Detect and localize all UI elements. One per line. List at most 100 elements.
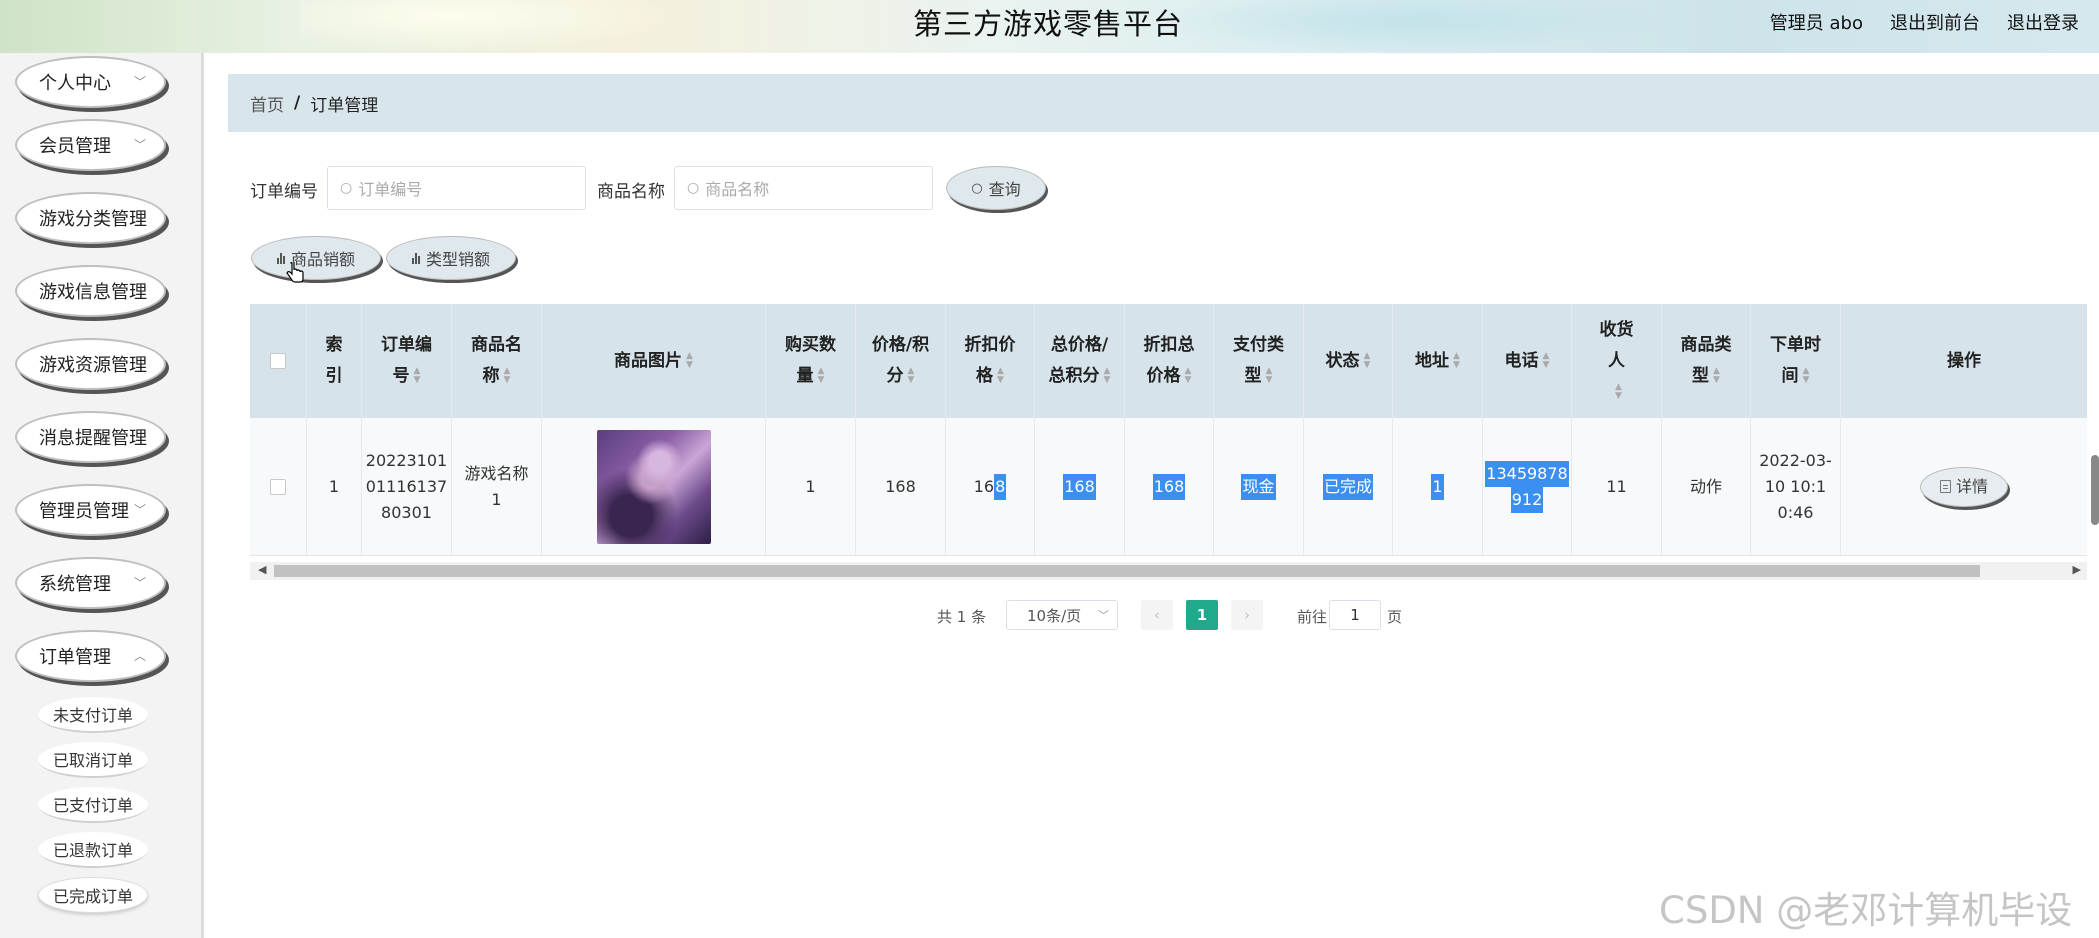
column-header-quantity[interactable]: 购买数量 ▲ ▼ xyxy=(766,304,856,418)
sort-icon[interactable]: ▲ ▼ xyxy=(1543,352,1550,370)
prev-page-button[interactable]: ‹ xyxy=(1141,600,1173,630)
query-button[interactable]: ○ 查询 xyxy=(946,166,1046,210)
sidebar-subitem-cancelled[interactable]: 已取消订单 xyxy=(38,742,148,778)
sort-icon[interactable]: ▲ ▼ xyxy=(1364,352,1371,370)
pagination-total: 共 1 条 xyxy=(937,607,987,626)
column-header-label: 电话 xyxy=(1504,350,1539,371)
sidebar-item-game-info[interactable]: 游戏信息管理 xyxy=(15,265,166,317)
sidebar-item-label: 系统管理 xyxy=(39,574,111,595)
admin-label: 管理员 abo xyxy=(1769,13,1863,34)
sidebar-subitem-unpaid[interactable]: 未支付订单 xyxy=(38,697,148,733)
selected-text: 已完成 xyxy=(1322,473,1373,500)
column-header-label: 支付类型 xyxy=(1233,335,1284,386)
banner-decoration xyxy=(300,0,680,53)
select-all-checkbox[interactable] xyxy=(270,353,286,369)
breadcrumb-home[interactable]: 首页 xyxy=(250,91,284,116)
sort-icon[interactable]: ▲ ▼ xyxy=(504,367,511,385)
order-no-input[interactable]: ○ 订单编号 xyxy=(327,166,586,210)
sort-icon[interactable]: ▲ ▼ xyxy=(1104,367,1111,385)
detail-button[interactable]: 详情 xyxy=(1920,466,2008,507)
sidebar-item-label: 游戏资源管理 xyxy=(39,355,147,376)
selected-text: 1 xyxy=(1431,473,1444,500)
sidebar-item-label: 会员管理 xyxy=(39,136,111,157)
sidebar-item-label: 消息提醒管理 xyxy=(39,428,147,449)
sidebar-item-game-category[interactable]: 游戏分类管理 xyxy=(15,192,166,244)
product-image[interactable] xyxy=(596,429,711,544)
sort-icon[interactable]: ▲ ▼ xyxy=(686,352,693,370)
scroll-left-icon[interactable]: ◀ xyxy=(258,563,266,576)
product-name-placeholder: 商品名称 xyxy=(705,180,770,199)
selected-text: 168 xyxy=(1152,473,1186,500)
sidebar-item-members[interactable]: 会员管理 ﹀ xyxy=(15,119,166,171)
cell-address: 1 xyxy=(1393,418,1483,555)
product-name-input[interactable]: ○ 商品名称 xyxy=(674,166,933,210)
table-row: 1 20223101 01116137 80301 游戏名称 1 1 168 1… xyxy=(250,418,2087,556)
column-header-address[interactable]: 地址 ▲ ▼ xyxy=(1393,304,1483,418)
column-header-discount-price[interactable]: 折扣价格 ▲ ▼ xyxy=(946,304,1035,418)
column-header-receiver[interactable]: 收货人 ▲ ▼ xyxy=(1572,304,1662,418)
column-header-label: 状态 xyxy=(1325,350,1360,371)
sidebar-item-personal-center[interactable]: 个人中心 ﹀ xyxy=(15,56,166,108)
column-header-total[interactable]: 总价格/总积分 ▲ ▼ xyxy=(1035,304,1125,418)
sort-icon[interactable]: ▲ ▼ xyxy=(414,367,421,385)
back-to-front-link[interactable]: 退出到前台 xyxy=(1890,9,1980,35)
scrollbar-thumb[interactable] xyxy=(274,565,1980,577)
cell-pay-type: 现金 xyxy=(1214,418,1304,555)
cell-status: 已完成 xyxy=(1304,418,1393,555)
column-header-label: 商品名称 xyxy=(471,335,522,386)
column-header-discount-total[interactable]: 折扣总价格 ▲ ▼ xyxy=(1125,304,1214,418)
row-checkbox[interactable] xyxy=(270,478,286,495)
breadcrumb-current: 订单管理 xyxy=(310,95,379,116)
type-sales-label: 类型销额 xyxy=(425,250,490,269)
column-header-label: 商品图片 xyxy=(614,350,683,371)
chevron-right-icon: › xyxy=(1244,606,1250,624)
column-header-product-image[interactable]: 商品图片 ▲ ▼ xyxy=(542,304,766,418)
page-number-button[interactable]: 1 xyxy=(1186,600,1218,630)
sort-icon[interactable]: ▲ ▼ xyxy=(1615,382,1622,401)
column-header-pay-type[interactable]: 支付类型 ▲ ▼ xyxy=(1214,304,1304,418)
next-page-button[interactable]: › xyxy=(1231,600,1263,630)
breadcrumb: 首页 / 订单管理 xyxy=(228,74,2099,132)
bar-chart-icon xyxy=(411,252,420,264)
cell-receiver: 11 xyxy=(1572,418,1662,555)
logout-link[interactable]: 退出登录 xyxy=(2007,9,2079,35)
column-header-order-no[interactable]: 订单编号 ▲ ▼ xyxy=(362,304,452,418)
sidebar-subitem-completed[interactable]: 已完成订单 xyxy=(38,877,148,913)
sort-icon[interactable]: ▲ ▼ xyxy=(908,367,915,385)
chevron-down-icon: ﹀ xyxy=(133,75,146,89)
sidebar-item-game-resources[interactable]: 游戏资源管理 xyxy=(15,338,166,390)
column-header-order-time[interactable]: 下单时间 ▲ ▼ xyxy=(1751,304,1841,418)
column-header-index: 索引 xyxy=(307,304,362,418)
sort-icon[interactable]: ▲ ▼ xyxy=(997,367,1004,385)
goto-label: 前往 xyxy=(1297,607,1328,626)
goto-page-input[interactable]: 1 xyxy=(1329,600,1381,630)
sort-icon[interactable]: ▲ ▼ xyxy=(818,367,825,385)
sidebar-item-admins[interactable]: 管理员管理 ﹀ xyxy=(15,484,166,536)
column-header-label: 收货人 xyxy=(1599,319,1634,371)
horizontal-scrollbar[interactable]: ◀ ▶ xyxy=(250,562,2087,580)
sidebar-item-label: 管理员管理 xyxy=(39,501,129,522)
column-header-label: 地址 xyxy=(1415,350,1450,371)
vertical-scrollbar-thumb[interactable] xyxy=(2091,455,2099,525)
sidebar-item-messages[interactable]: 消息提醒管理 xyxy=(15,411,166,463)
sidebar-subitem-refunded[interactable]: 已退款订单 xyxy=(38,832,148,868)
banner-decoration xyxy=(1150,0,1670,53)
sort-icon[interactable]: ▲ ▼ xyxy=(1803,367,1810,385)
type-sales-button[interactable]: 类型销额 xyxy=(386,236,516,280)
column-header-price[interactable]: 价格/积分 ▲ ▼ xyxy=(856,304,946,418)
column-header-product-type[interactable]: 商品类型 ▲ ▼ xyxy=(1662,304,1751,418)
product-sales-button[interactable]: 商品销额 xyxy=(251,236,381,280)
sort-icon[interactable]: ▲ ▼ xyxy=(1266,367,1273,385)
sidebar-subitem-paid[interactable]: 已支付订单 xyxy=(38,787,148,823)
column-header-status[interactable]: 状态 ▲ ▼ xyxy=(1304,304,1393,418)
page-size-select[interactable]: 10条/页 ﹀ xyxy=(1006,600,1118,630)
sort-icon[interactable]: ▲ ▼ xyxy=(1453,352,1460,370)
sidebar-item-system[interactable]: 系统管理 ﹀ xyxy=(15,557,166,609)
column-header-product-name[interactable]: 商品名称 ▲ ▼ xyxy=(452,304,542,418)
scroll-right-icon[interactable]: ▶ xyxy=(2073,563,2081,576)
cell-product-type: 动作 xyxy=(1662,418,1751,555)
column-header-phone[interactable]: 电话 ▲ ▼ xyxy=(1483,304,1572,418)
sidebar-item-orders[interactable]: 订单管理 ︿ xyxy=(15,630,166,682)
sort-icon[interactable]: ▲ ▼ xyxy=(1713,367,1720,385)
sort-icon[interactable]: ▲ ▼ xyxy=(1185,367,1192,385)
